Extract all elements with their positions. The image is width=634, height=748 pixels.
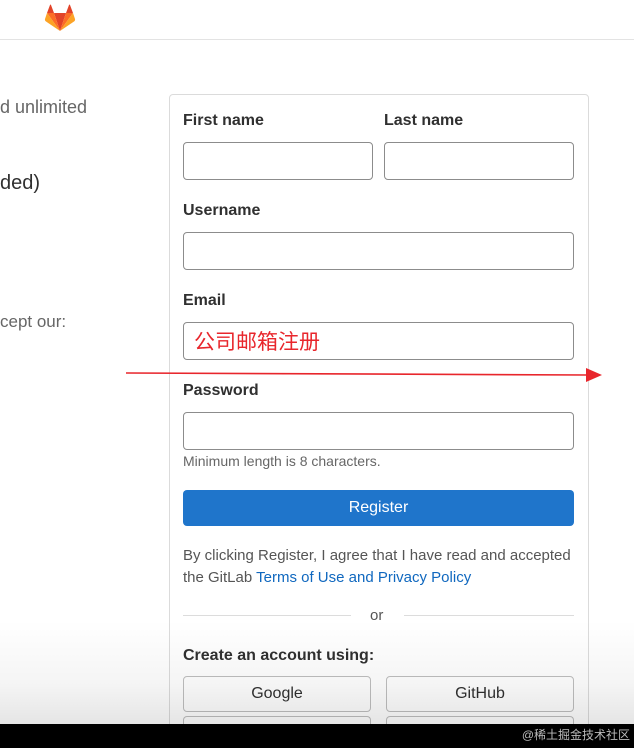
divider-right [404, 615, 574, 616]
github-signup-button[interactable]: GitHub [386, 676, 574, 712]
email-input[interactable] [183, 322, 574, 360]
annotation-arrow-icon [125, 368, 602, 382]
register-button[interactable]: Register [183, 490, 574, 526]
last-name-label: Last name [384, 112, 464, 129]
or-separator: or [370, 607, 384, 624]
google-signup-button[interactable]: Google [183, 676, 371, 712]
first-name-input[interactable] [183, 142, 373, 180]
gitlab-logo-icon[interactable] [44, 4, 76, 32]
left-info-text-1: d unlimited [0, 97, 88, 117]
left-info-text-3: cept our: [0, 312, 67, 331]
terms-link[interactable]: Terms of Use and Privacy Policy [256, 569, 471, 586]
password-hint: Minimum length is 8 characters. [183, 453, 381, 469]
watermark-text: @稀土掘金技术社区 [521, 728, 630, 742]
last-name-input[interactable] [384, 142, 574, 180]
first-name-label: First name [183, 112, 264, 129]
top-navbar [0, 0, 634, 40]
left-info-text-2: ded) [0, 172, 41, 194]
divider-left [183, 615, 351, 616]
oauth-title: Create an account using: [183, 647, 375, 664]
email-label: Email [183, 292, 226, 309]
password-input[interactable] [183, 412, 574, 450]
username-label: Username [183, 202, 261, 219]
terms-text: By clicking Register, I agree that I hav… [183, 545, 578, 589]
username-input[interactable] [183, 232, 574, 270]
